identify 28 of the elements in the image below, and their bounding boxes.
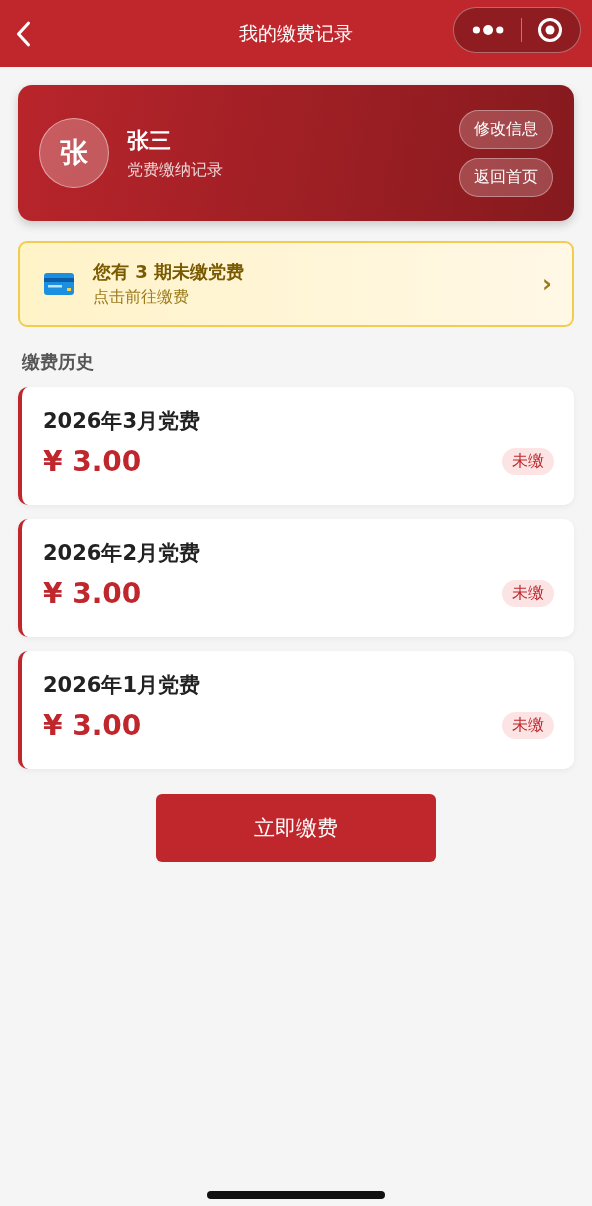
chevron-icon: › — [542, 270, 552, 298]
pay-button[interactable]: 立即缴费 — [156, 794, 436, 862]
record-amount: ¥ 3.00 — [43, 445, 142, 478]
record-card[interactable]: 2026年3月党费 ¥ 3.00 未缴 — [18, 387, 574, 505]
page-title: 我的缴费记录 — [238, 20, 354, 46]
back-icon[interactable] — [14, 20, 32, 48]
capsule-menu[interactable] — [453, 7, 581, 53]
record-amount: ¥ 3.00 — [43, 577, 142, 610]
section-title: 缴费历史 — [22, 350, 95, 374]
record-amount: ¥ 3.00 — [43, 709, 142, 742]
profile-button[interactable]: 修改信息 — [459, 109, 553, 149]
close-target-icon[interactable] — [536, 17, 563, 43]
record-title: 2026年3月党费 — [43, 408, 202, 435]
status-badge: 未缴 — [502, 712, 554, 739]
profile-button[interactable]: 返回首页 — [459, 157, 553, 197]
notice-title: 您有 3 期未缴党费 — [93, 260, 246, 284]
notice-subtitle: 点击前往缴费 — [93, 287, 190, 308]
credit-card-icon — [44, 273, 74, 295]
user-name: 张三 — [127, 126, 172, 155]
record-title: 2026年1月党费 — [43, 672, 202, 699]
unpaid-notice[interactable]: 您有 3 期未缴党费 点击前往缴费 › — [18, 241, 574, 327]
record-card[interactable]: 2026年2月党费 ¥ 3.00 未缴 — [18, 519, 574, 637]
record-card[interactable]: 2026年1月党费 ¥ 3.00 未缴 — [18, 651, 574, 769]
status-badge: 未缴 — [502, 448, 554, 475]
record-title: 2026年2月党费 — [43, 540, 202, 567]
profile-subtitle: 党费缴纳记录 — [127, 159, 224, 181]
avatar: 张 — [39, 118, 109, 188]
status-badge: 未缴 — [502, 580, 554, 607]
